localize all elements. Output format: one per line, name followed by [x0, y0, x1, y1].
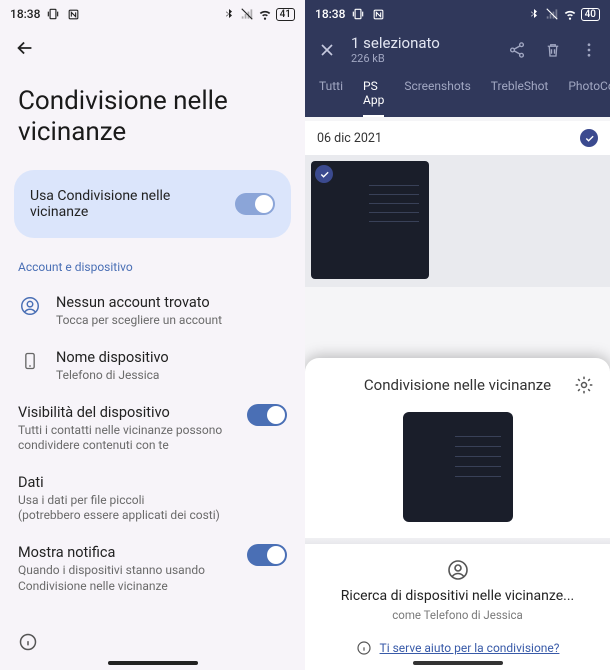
person-circle-icon: [18, 294, 42, 318]
top-bar: [0, 28, 305, 68]
search-status-title: Ricerca di dispositivi nelle vicinanze..…: [325, 588, 590, 604]
data-row[interactable]: Dati Usa i dati per file piccoli (potreb…: [0, 464, 305, 534]
folder-tabs: Tutti PS App Screenshots TrebleShot Phot…: [305, 73, 610, 117]
sheet-preview-thumb: [403, 412, 513, 522]
selection-count: 1 selezionato: [351, 34, 494, 52]
sheet-title: Condivisione nelle vicinanze: [364, 376, 551, 394]
nearby-share-sheet: Condivisione nelle vicinanze Ricerca di …: [305, 358, 610, 670]
section-account-device: Account e dispositivo: [0, 260, 305, 284]
overflow-icon[interactable]: [580, 41, 598, 59]
wifi-icon: [563, 7, 577, 21]
device-title: Nome dispositivo: [56, 349, 287, 366]
master-toggle-label: Usa Condivisione nelle vicinanze: [30, 188, 200, 220]
visibility-switch[interactable]: [247, 404, 287, 426]
signal-off-icon: [240, 7, 254, 21]
notify-switch[interactable]: [247, 544, 287, 566]
wifi-icon: [258, 7, 272, 21]
search-status-sub: come Telefono di Jessica: [325, 608, 590, 622]
status-bar: 18:38 41: [0, 0, 305, 28]
gallery-top-region: 18:38 40: [305, 0, 610, 117]
clock: 18:38: [10, 7, 40, 21]
phone-icon: [18, 349, 42, 373]
page-title: Condivisione nelle vicinanze: [0, 68, 305, 170]
master-toggle-switch[interactable]: [235, 193, 275, 215]
nav-handle[interactable]: [108, 661, 198, 665]
tab-screenshots[interactable]: Screenshots: [404, 79, 470, 117]
battery-badge: 41: [276, 8, 295, 21]
data-sub: Usa i dati per file piccoli (potrebbero …: [18, 493, 287, 524]
bluetooth-icon: [527, 7, 541, 21]
clock: 18:38: [315, 7, 345, 21]
visibility-row[interactable]: Visibilità del dispositivo Tutti i conta…: [0, 394, 305, 464]
signal-off-icon: [545, 7, 559, 21]
battery-badge: 40: [581, 8, 600, 21]
account-sub: Tocca per scegliere un account: [56, 313, 287, 329]
thumb-check-icon: [315, 165, 333, 183]
person-search-icon: [325, 558, 590, 582]
info-button[interactable]: [18, 632, 38, 652]
info-icon: [356, 640, 372, 656]
notify-sub: Quando i dispositivi stanno usando Condi…: [18, 563, 233, 594]
notify-row[interactable]: Mostra notifica Quando i dispositivi sta…: [0, 534, 305, 604]
account-title: Nessun account trovato: [56, 294, 287, 311]
notify-title: Mostra notifica: [18, 544, 233, 561]
device-name-row[interactable]: Nome dispositivo Telefono di Jessica: [0, 339, 305, 394]
account-row[interactable]: Nessun account trovato Tocca per sceglie…: [0, 284, 305, 339]
tab-psapp[interactable]: PS App: [363, 79, 384, 117]
delete-icon[interactable]: [544, 41, 562, 59]
date-select-all-check[interactable]: [580, 129, 598, 147]
status-bar: 18:38 40: [305, 0, 610, 28]
share-icon[interactable]: [508, 41, 526, 59]
tab-tutti[interactable]: Tutti: [319, 79, 343, 117]
settings-screen: 18:38 41 Condivisione nelle vicina: [0, 0, 305, 670]
gallery-area: 06 dic 2021: [305, 121, 610, 287]
date-label: 06 dic 2021: [317, 131, 382, 146]
help-link[interactable]: Ti serve aiuto per la condivisione?: [380, 641, 560, 655]
image-thumbnail-selected[interactable]: [311, 161, 429, 279]
data-title: Dati: [18, 474, 287, 491]
visibility-title: Visibilità del dispositivo: [18, 404, 233, 421]
close-selection-button[interactable]: [317, 40, 337, 60]
vibrate-icon: [46, 7, 60, 21]
tab-trebleshot[interactable]: TrebleShot: [491, 79, 549, 117]
selection-appbar: 1 selezionato 226 kB: [305, 28, 610, 73]
back-button[interactable]: [14, 37, 36, 59]
share-screen: 18:38 40: [305, 0, 610, 670]
nav-handle[interactable]: [413, 661, 503, 665]
selection-size: 226 kB: [351, 52, 494, 65]
tab-photocon[interactable]: PhotoCon: [568, 79, 610, 117]
vibrate-icon: [351, 7, 365, 21]
date-header-row[interactable]: 06 dic 2021: [305, 121, 610, 155]
visibility-sub: Tutti i contatti nelle vicinanze possono…: [18, 423, 233, 454]
sheet-settings-button[interactable]: [574, 375, 594, 395]
device-sub: Telefono di Jessica: [56, 368, 287, 384]
nfc-icon: [66, 7, 80, 21]
master-toggle-card[interactable]: Usa Condivisione nelle vicinanze: [14, 170, 291, 238]
sheet-footer: Ti serve aiuto per la condivisione?: [305, 630, 610, 660]
sheet-search-area: Ricerca di dispositivi nelle vicinanze..…: [305, 544, 610, 630]
bluetooth-icon: [222, 7, 236, 21]
nfc-icon: [371, 7, 385, 21]
